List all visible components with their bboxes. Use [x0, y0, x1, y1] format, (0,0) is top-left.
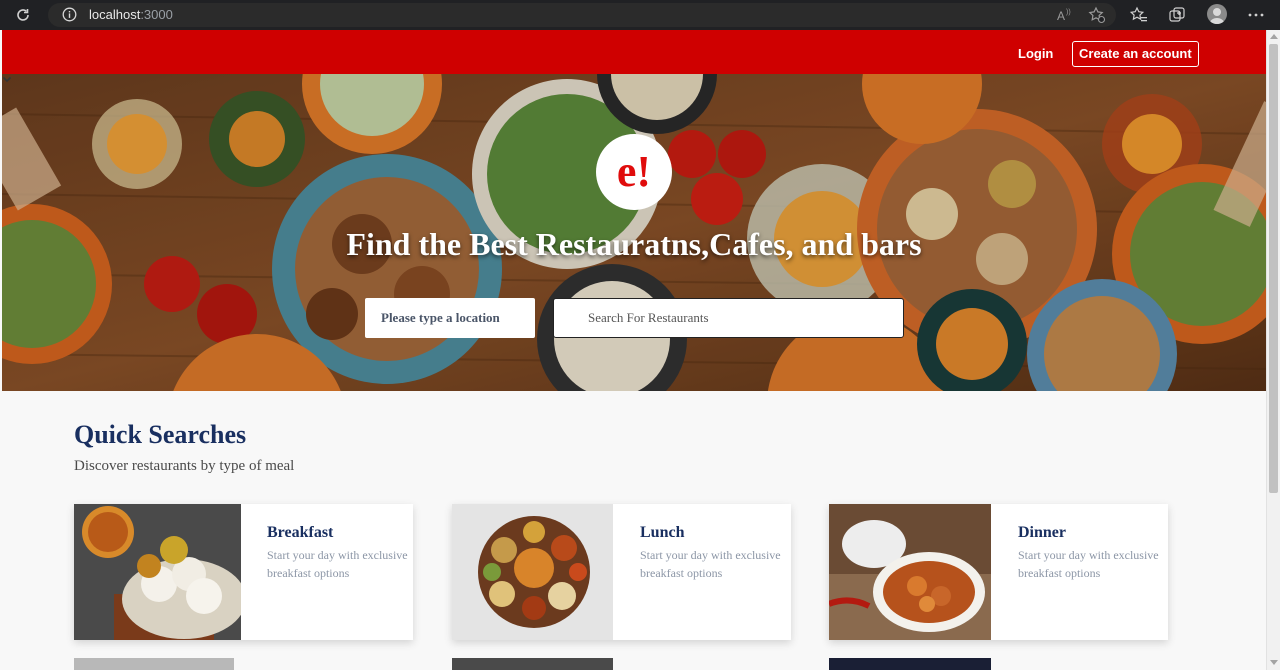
- restaurant-search-input[interactable]: Search For Restaurants: [553, 298, 904, 338]
- meal-card-breakfast[interactable]: Breakfast Start your day with exclusive …: [74, 504, 413, 640]
- meal-card-partial[interactable]: [452, 658, 613, 670]
- chevron-down-icon: [2, 76, 12, 83]
- quick-searches-subtitle: Discover restaurants by type of meal: [74, 458, 295, 474]
- scroll-up-arrow-icon[interactable]: [1270, 34, 1278, 39]
- lunch-image: [452, 504, 613, 640]
- hero-title: Find the Best Restauratns,Cafes, and bar…: [346, 226, 922, 262]
- address-bar[interactable]: [48, 3, 1116, 27]
- top-nav: Login Create an account: [2, 30, 1266, 74]
- create-account-button[interactable]: Create an account: [1072, 41, 1199, 67]
- url-host: localhost: [89, 7, 141, 22]
- favorites-icon[interactable]: [1130, 6, 1148, 24]
- hero-banner: e! Find the Best Restauratns,Cafes, and …: [2, 74, 1266, 391]
- card-title: Dinner: [1018, 524, 1066, 541]
- location-select[interactable]: Please type a location: [365, 298, 535, 338]
- brand-logo: e!: [596, 134, 672, 210]
- card-description: Start your day with exclusive breakfast …: [640, 548, 781, 580]
- meal-card-lunch[interactable]: Lunch Start your day with exclusive brea…: [452, 504, 791, 640]
- card-description: Start your day with exclusive breakfast …: [1018, 548, 1159, 580]
- site-info-icon[interactable]: [62, 7, 77, 22]
- reload-icon[interactable]: [14, 6, 32, 24]
- meal-card-dinner[interactable]: Dinner Start your day with exclusive bre…: [829, 504, 1168, 640]
- url-port: :3000: [140, 7, 173, 22]
- read-aloud-icon[interactable]: A )): [1056, 6, 1074, 24]
- scrollbar[interactable]: [1266, 30, 1280, 670]
- scroll-down-arrow-icon[interactable]: [1270, 660, 1278, 665]
- dinner-image: [829, 504, 991, 640]
- page: Login Create an account e! Find the Best…: [2, 30, 1266, 670]
- card-title: Lunch: [640, 524, 685, 541]
- browser-toolbar: localhost:3000 A )): [0, 0, 1280, 30]
- card-title: Breakfast: [267, 524, 334, 541]
- quick-searches-title: Quick Searches: [74, 420, 247, 449]
- scroll-thumb[interactable]: [1269, 44, 1278, 493]
- breakfast-image: [74, 504, 241, 640]
- svg-text:)): )): [1066, 9, 1071, 16]
- meal-card-partial[interactable]: [829, 658, 991, 670]
- profile-avatar[interactable]: [1207, 4, 1227, 24]
- login-link[interactable]: Login: [1018, 46, 1053, 61]
- card-description: Start your day with exclusive breakfast …: [267, 548, 408, 580]
- add-favorite-icon[interactable]: [1088, 6, 1106, 24]
- collections-icon[interactable]: [1168, 6, 1186, 24]
- more-menu-icon[interactable]: [1247, 6, 1265, 24]
- profile-icon: [1210, 8, 1224, 24]
- svg-text:A: A: [1057, 9, 1065, 23]
- meal-card-partial[interactable]: [74, 658, 234, 670]
- url-text: localhost:3000: [89, 7, 173, 22]
